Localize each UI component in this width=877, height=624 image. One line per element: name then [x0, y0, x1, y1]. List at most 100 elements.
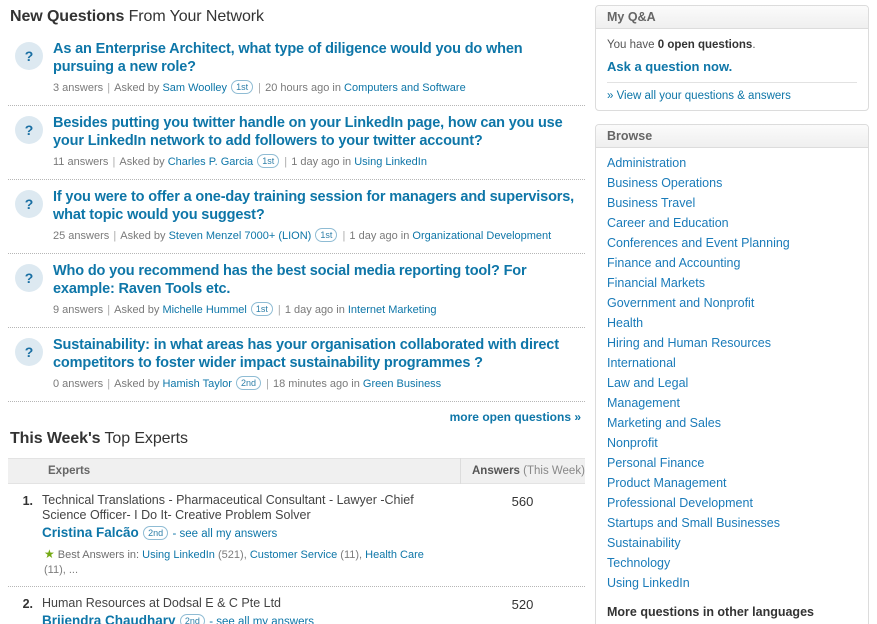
question-category-link[interactable]: Internet Marketing	[348, 304, 437, 316]
question-author-link[interactable]: Michelle Hummel	[162, 304, 246, 316]
meta-separator: |	[110, 230, 120, 242]
in-label: in	[342, 156, 352, 168]
browse-category-technology[interactable]: Technology	[607, 553, 857, 573]
expert-name-line: Brijendra Chaudhary 2nd - see all my ans…	[42, 612, 448, 624]
column-header-answers-sub: (This Week)	[519, 465, 585, 477]
question-category-link[interactable]: Green Business	[363, 378, 441, 390]
browse-category-administration[interactable]: Administration	[607, 153, 857, 173]
question-title-link[interactable]: Sustainability: in what areas has your o…	[53, 336, 583, 372]
question-author-link[interactable]: Sam Woolley	[162, 82, 227, 94]
in-label: in	[332, 82, 341, 94]
question-body: As an Enterprise Architect, what type of…	[53, 40, 583, 96]
question-timestamp: 1 day ago	[291, 156, 340, 168]
browse-card: Browse Administration Business Operations…	[595, 124, 869, 624]
view-all-questions-link[interactable]: » View all your questions & answers	[607, 83, 857, 102]
new-questions-heading-strong: New Questions	[10, 8, 125, 25]
question-mark-icon: ?	[15, 264, 43, 292]
question-body: Sustainability: in what areas has your o…	[53, 336, 583, 392]
best-answers-label: Best Answers in:	[57, 549, 140, 561]
degree-badge: 1st	[257, 154, 280, 168]
see-all-my-answers-link[interactable]: - see all my answers	[173, 528, 278, 540]
open-questions-count: 0 open questions	[657, 39, 753, 51]
top-experts-heading: This Week's Top Experts	[10, 430, 585, 448]
question-title-link[interactable]: Who do you recommend has the best social…	[53, 262, 583, 298]
new-questions-heading: New Questions From Your Network	[10, 8, 585, 26]
browse-category-government-and-nonprofit[interactable]: Government and Nonprofit	[607, 293, 857, 313]
degree-badge: 2nd	[143, 526, 169, 540]
expert-name-link[interactable]: Cristina Falcão	[42, 525, 139, 540]
question-meta: 3 answers | Asked by Sam Woolley 1st | 2…	[53, 80, 583, 96]
browse-category-nonprofit[interactable]: Nonprofit	[607, 433, 857, 453]
browse-category-sustainability[interactable]: Sustainability	[607, 533, 857, 553]
question-mark-icon: ?	[15, 42, 43, 70]
answer-count: 25 answers	[53, 230, 110, 242]
browse-category-international[interactable]: International	[607, 353, 857, 373]
question-timestamp: 18 minutes ago	[273, 378, 349, 390]
browse-category-finance-and-accounting[interactable]: Finance and Accounting	[607, 253, 857, 273]
expert-rank: 2.	[22, 597, 33, 611]
best-answers-more: , ...	[62, 564, 79, 576]
question-item: ? Who do you recommend has the best socia…	[8, 254, 585, 328]
browse-category-financial-markets[interactable]: Financial Markets	[607, 273, 857, 293]
question-item: ? Sustainability: in what areas has your …	[8, 328, 585, 402]
answers-page: New Questions From Your Network ? As an E…	[0, 0, 877, 624]
question-meta: 0 answers | Asked by Hamish Taylor 2nd |…	[53, 376, 583, 392]
question-meta: 25 answers | Asked by Steven Menzel 7000…	[53, 228, 583, 244]
browse-category-management[interactable]: Management	[607, 393, 857, 413]
browse-category-personal-finance[interactable]: Personal Finance	[607, 453, 857, 473]
browse-category-health[interactable]: Health	[607, 313, 857, 333]
browse-category-career-and-education[interactable]: Career and Education	[607, 213, 857, 233]
question-timestamp: 1 day ago	[349, 230, 398, 242]
question-author-link[interactable]: Steven Menzel 7000+ (LION)	[169, 230, 312, 242]
question-category-link[interactable]: Using LinkedIn	[354, 156, 427, 168]
question-title-link[interactable]: Besides putting you twitter handle on yo…	[53, 114, 583, 150]
question-title-link[interactable]: If you were to offer a one-day training …	[53, 188, 583, 224]
experts-list: 1. Technical Translations - Pharmaceutica…	[8, 484, 585, 624]
browse-category-conferences-and-event-planning[interactable]: Conferences and Event Planning	[607, 233, 857, 253]
browse-category-hiring-and-human-resources[interactable]: Hiring and Human Resources	[607, 333, 857, 353]
browse-category-law-and-legal[interactable]: Law and Legal	[607, 373, 857, 393]
in-label: in	[351, 378, 360, 390]
question-author-link[interactable]: Hamish Taylor	[162, 378, 232, 390]
new-questions-list: ? As an Enterprise Architect, what type o…	[8, 36, 585, 402]
more-open-questions-row: more open questions »	[8, 402, 585, 428]
my-qa-card: My Q&A You have 0 open questions. Ask a …	[595, 5, 869, 111]
open-questions-status-suffix: .	[752, 39, 756, 51]
expert-name-link[interactable]: Brijendra Chaudhary	[42, 613, 176, 624]
question-category-link[interactable]: Computers and Software	[344, 82, 466, 94]
see-all-my-answers-link[interactable]: - see all my answers	[209, 616, 314, 624]
browse-card-body: Administration Business Operations Busines…	[596, 148, 868, 624]
meta-separator: |	[109, 156, 119, 168]
star-icon: ★	[44, 547, 55, 561]
best-answer-count: (11)	[44, 564, 63, 576]
column-header-answers: Answers (This Week)	[460, 458, 585, 484]
browse-category-startups-and-small-businesses[interactable]: Startups and Small Businesses	[607, 513, 857, 533]
question-author-link[interactable]: Charles P. Garcia	[168, 156, 253, 168]
browse-category-professional-development[interactable]: Professional Development	[607, 493, 857, 513]
question-title-link[interactable]: As an Enterprise Architect, what type of…	[53, 40, 583, 76]
expert-headline: Human Resources at Dodsal E & C Pte Ltd	[42, 596, 282, 610]
best-answer-category-link[interactable]: Health Care	[365, 549, 424, 561]
browse-category-business-operations[interactable]: Business Operations	[607, 173, 857, 193]
answer-count: 0 answers	[53, 378, 104, 390]
question-timestamp: 20 hours ago	[265, 82, 330, 94]
top-experts-heading-strong: This Week's	[10, 430, 101, 447]
best-answer-category-link[interactable]: Customer Service	[250, 549, 337, 561]
ask-a-question-link[interactable]: Ask a question now.	[607, 59, 857, 74]
question-mark-icon: ?	[15, 338, 43, 366]
browse-category-product-management[interactable]: Product Management	[607, 473, 857, 493]
more-open-questions-link[interactable]: more open questions »	[450, 410, 581, 424]
meta-separator: |	[339, 230, 349, 242]
expert-answer-count: 560	[511, 494, 534, 509]
browse-category-business-travel[interactable]: Business Travel	[607, 193, 857, 213]
answer-count: 11 answers	[53, 156, 109, 168]
best-answer-category-link[interactable]: Using LinkedIn	[142, 549, 215, 561]
asked-by-label: Asked by	[114, 378, 160, 390]
answer-count: 3 answers	[53, 82, 104, 94]
browse-category-marketing-and-sales[interactable]: Marketing and Sales	[607, 413, 857, 433]
asked-by-label: Asked by	[119, 156, 165, 168]
meta-separator: |	[104, 82, 114, 94]
question-category-link[interactable]: Organizational Development	[412, 230, 551, 242]
browse-category-using-linkedin[interactable]: Using LinkedIn	[607, 573, 857, 593]
open-questions-status: You have 0 open questions.	[607, 37, 857, 53]
